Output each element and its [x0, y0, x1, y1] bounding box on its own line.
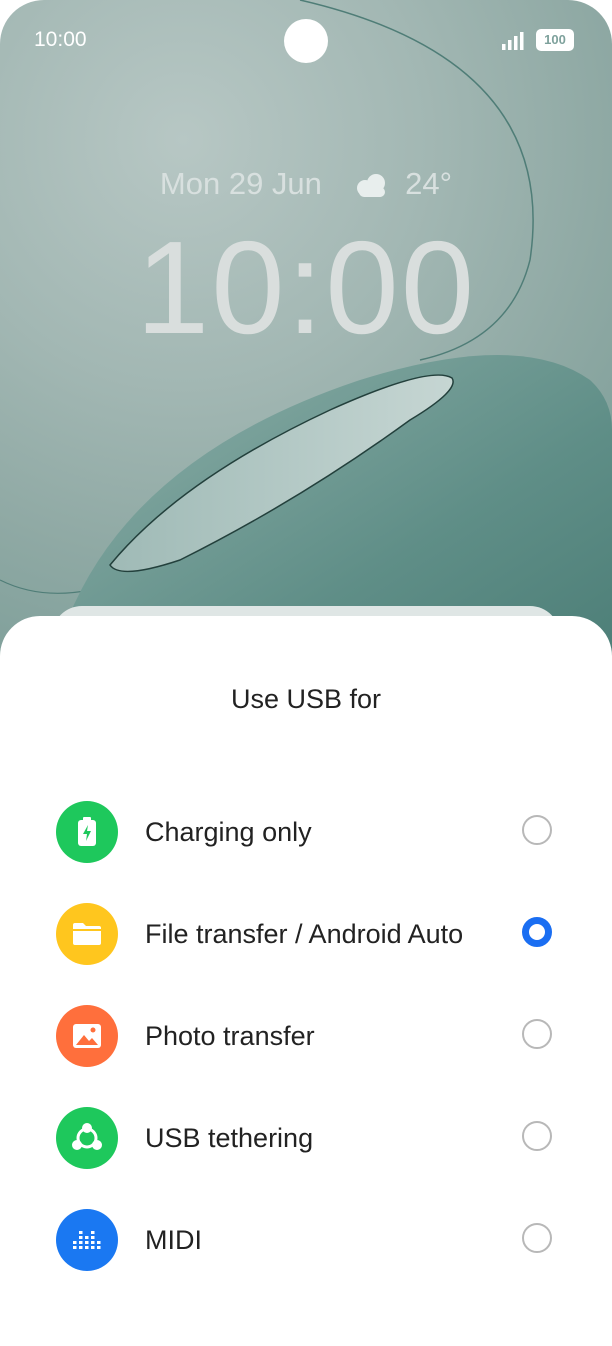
radio-photo-transfer[interactable] — [522, 1019, 552, 1049]
folder-icon — [56, 903, 118, 965]
lock-date-weather: Mon 29 Jun 24° — [0, 166, 612, 202]
share-network-icon — [56, 1107, 118, 1169]
radio-usb-tethering[interactable] — [522, 1121, 552, 1151]
option-label: Charging only — [145, 817, 312, 847]
battery-charging-icon — [56, 801, 118, 863]
radio-file-transfer-selected[interactable] — [522, 917, 552, 947]
equalizer-icon — [56, 1209, 118, 1271]
lock-date: Mon 29 Jun — [159, 166, 322, 201]
option-usb-tethering[interactable]: USB tethering — [0, 1093, 612, 1185]
phone-screen: 10:00 100 Mon 29 Jun 24° 10:00 Use USB f… — [0, 0, 612, 1346]
option-midi[interactable]: MIDI — [0, 1195, 612, 1287]
front-camera-cutout — [284, 19, 328, 63]
lock-clock: 10:00 — [135, 214, 477, 361]
signal-icon — [502, 32, 524, 50]
option-label: USB tethering — [145, 1123, 314, 1153]
option-label: MIDI — [145, 1225, 202, 1255]
option-photo-transfer[interactable]: Photo transfer — [0, 991, 612, 1083]
option-label: File transfer / Android Auto — [145, 919, 464, 949]
radio-midi[interactable] — [522, 1223, 552, 1253]
option-charging-only[interactable]: Charging only — [0, 787, 612, 879]
usb-options-sheet: Use USB for Charging only File transfer … — [0, 616, 612, 1346]
cloud-icon — [356, 173, 385, 197]
image-icon — [56, 1005, 118, 1067]
status-time: 10:00 — [34, 28, 87, 51]
radio-charging-only[interactable] — [522, 815, 552, 845]
option-label: Photo transfer — [145, 1021, 315, 1051]
option-file-transfer[interactable]: File transfer / Android Auto — [0, 889, 612, 981]
sheet-title: Use USB for — [230, 684, 382, 714]
battery-icon: 100 — [536, 29, 574, 51]
lock-temperature: 24° — [405, 166, 453, 201]
battery-level: 100 — [544, 32, 566, 47]
